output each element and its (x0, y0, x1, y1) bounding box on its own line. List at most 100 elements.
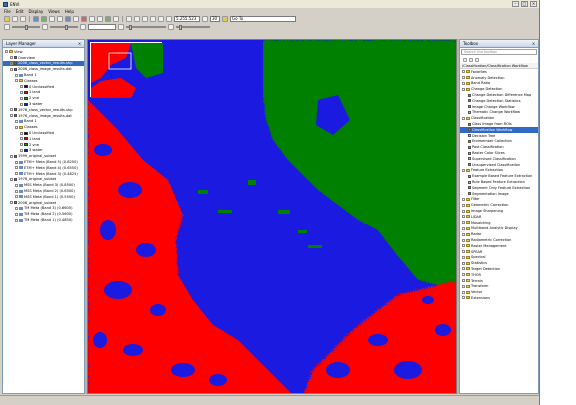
sharpen-slider[interactable] (126, 25, 166, 30)
slider-thumb[interactable] (129, 25, 132, 30)
fly-icon[interactable] (65, 16, 71, 22)
expand-toggle-icon[interactable] (5, 50, 8, 54)
expand-toggle-icon[interactable] (10, 108, 13, 112)
expand-toggle-icon[interactable] (15, 172, 18, 176)
vector-icon[interactable] (89, 16, 95, 22)
visibility-checkbox[interactable] (14, 201, 17, 205)
expand-toggle-icon[interactable] (20, 102, 23, 106)
expand-toggle-icon[interactable] (462, 221, 465, 225)
zoom-in-icon[interactable] (126, 16, 132, 22)
expand-toggle-icon[interactable] (462, 261, 465, 265)
zoom-full-icon[interactable] (142, 16, 148, 22)
contrast-slider[interactable] (50, 25, 78, 30)
rotate-left-icon[interactable] (158, 16, 164, 22)
expand-toggle-icon[interactable] (462, 296, 465, 300)
close-icon[interactable]: × (77, 41, 82, 46)
expand-toggle-icon[interactable] (462, 273, 465, 277)
toolbox-folder[interactable]: Extensions (460, 295, 538, 301)
expand-toggle-icon[interactable] (20, 137, 23, 141)
menu-views[interactable]: Views (48, 9, 60, 14)
zoom-out-icon[interactable] (134, 16, 140, 22)
rotation-field[interactable]: 30 (210, 16, 220, 22)
visibility-checkbox[interactable] (14, 177, 17, 181)
visibility-checkbox[interactable] (14, 67, 17, 71)
menu-edit[interactable]: Edit (16, 9, 24, 14)
annotation-icon[interactable] (97, 16, 103, 22)
expand-toggle-icon[interactable] (462, 81, 465, 85)
expand-toggle-icon[interactable] (10, 56, 13, 60)
expand-toggle-icon[interactable] (10, 61, 13, 65)
expand-toggle-icon[interactable] (15, 125, 18, 129)
visibility-checkbox[interactable] (14, 56, 17, 60)
minimize-button[interactable]: – (512, 1, 519, 7)
brightness-slider[interactable] (12, 25, 40, 30)
expand-toggle-icon[interactable] (15, 166, 18, 170)
expand-toggle-icon[interactable] (15, 195, 18, 199)
expand-toggle-icon[interactable] (15, 206, 18, 210)
expand-toggle-icon[interactable] (462, 250, 465, 254)
image-view[interactable] (87, 39, 457, 394)
data-manager-icon[interactable] (33, 16, 39, 22)
add-icon[interactable] (463, 57, 467, 62)
stretch-dropdown[interactable] (88, 24, 116, 30)
roi-icon[interactable] (81, 16, 87, 22)
expand-toggle-icon[interactable] (15, 73, 18, 77)
expand-toggle-icon[interactable] (10, 114, 13, 118)
expand-toggle-icon[interactable] (10, 201, 13, 205)
expand-toggle-icon[interactable] (462, 232, 465, 236)
print-icon[interactable] (20, 16, 26, 22)
expand-toggle-icon[interactable] (15, 183, 18, 187)
crosshair-icon[interactable] (105, 16, 111, 22)
expand-toggle-icon[interactable] (462, 209, 465, 213)
expand-toggle-icon[interactable] (20, 90, 23, 94)
slider-thumb[interactable] (179, 25, 182, 30)
expand-toggle-icon[interactable] (462, 284, 465, 288)
layer-tree-row[interactable]: TM Meta (Band 1) (0.4850) (3, 217, 84, 223)
rotate-icon[interactable] (73, 16, 79, 22)
expand-toggle-icon[interactable] (20, 148, 23, 152)
slider-thumb[interactable] (65, 25, 68, 30)
expand-toggle-icon[interactable] (15, 189, 18, 193)
zoom-actual-icon[interactable] (150, 16, 156, 22)
menu-file[interactable]: File (4, 9, 11, 14)
expand-toggle-icon[interactable] (462, 290, 465, 294)
layer-icon[interactable] (41, 16, 47, 22)
expand-toggle-icon[interactable] (462, 70, 465, 74)
expand-toggle-icon[interactable] (462, 168, 465, 172)
close-button[interactable]: × (530, 1, 537, 7)
expand-toggle-icon[interactable] (15, 160, 18, 164)
expand-toggle-icon[interactable] (15, 218, 18, 222)
expand-toggle-icon[interactable] (10, 154, 13, 158)
expand-toggle-icon[interactable] (462, 197, 465, 201)
expand-toggle-icon[interactable] (462, 267, 465, 271)
visibility-checkbox[interactable] (14, 114, 17, 118)
expand-icon[interactable] (475, 57, 479, 62)
expand-toggle-icon[interactable] (20, 85, 23, 89)
menu-display[interactable]: Display (28, 9, 43, 14)
collapse-icon[interactable] (469, 57, 473, 62)
expand-toggle-icon[interactable] (20, 143, 23, 147)
visibility-checkbox[interactable] (14, 108, 17, 112)
rotate-icon-2[interactable] (202, 16, 208, 22)
expand-toggle-icon[interactable] (15, 79, 18, 83)
goto-icon[interactable] (222, 16, 228, 22)
slider-thumb[interactable] (25, 25, 28, 30)
expand-toggle-icon[interactable] (20, 131, 23, 135)
expand-toggle-icon[interactable] (462, 244, 465, 248)
open-icon[interactable] (4, 16, 10, 22)
select-icon[interactable] (49, 16, 55, 22)
visibility-checkbox[interactable] (14, 154, 17, 158)
maximize-button[interactable]: □ (521, 1, 528, 7)
expand-toggle-icon[interactable] (15, 119, 18, 123)
transparency-slider[interactable] (176, 25, 210, 30)
overview-window[interactable] (90, 42, 163, 98)
save-icon[interactable] (12, 16, 18, 22)
expand-toggle-icon[interactable] (462, 203, 465, 207)
expand-toggle-icon[interactable] (462, 215, 465, 219)
expand-toggle-icon[interactable] (462, 255, 465, 259)
goto-field[interactable]: Go To (230, 16, 296, 22)
rotate-right-icon[interactable] (166, 16, 172, 22)
pan-icon[interactable] (57, 16, 63, 22)
expand-toggle-icon[interactable] (462, 87, 465, 91)
expand-toggle-icon[interactable] (20, 96, 23, 100)
